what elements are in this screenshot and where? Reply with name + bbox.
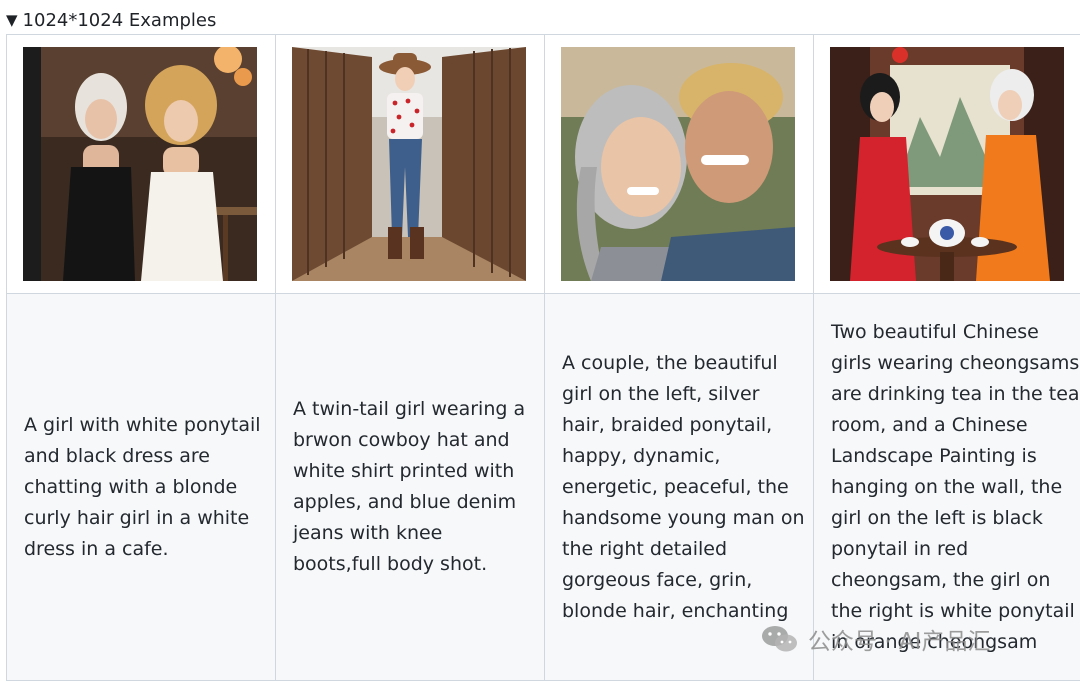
watermark-text: 公众号 · AI产品汇 <box>808 629 991 655</box>
details-summary-label: 1024*1024 Examples <box>22 9 217 31</box>
girls-cafe-image <box>23 47 257 281</box>
details-summary[interactable]: ▼ 1024*1024 Examples <box>6 8 216 32</box>
watermark: 公众号 · AI产品汇 <box>760 622 990 656</box>
page: ▼ 1024*1024 Examples A girl with white p… <box>0 0 1080 683</box>
image-cell-1 <box>6 34 276 294</box>
disclosure-triangle-icon[interactable]: ▼ <box>6 11 18 29</box>
image-row <box>6 34 1080 294</box>
couple-image <box>561 47 795 281</box>
example-caption: A couple, the beautiful girl on the left… <box>562 351 805 622</box>
cheongsam-girls-image <box>830 47 1064 281</box>
caption-cell-2: A twin-tail girl wearing a brwon cowboy … <box>275 293 545 681</box>
example-caption: Two beautiful Chinese girls wearing cheo… <box>831 320 1080 653</box>
example-caption: A twin-tail girl wearing a brwon cowboy … <box>293 398 526 575</box>
examples-table: A girl with white ponytail and black dre… <box>6 34 1080 681</box>
image-cell-2 <box>275 34 545 294</box>
image-cell-3 <box>544 34 814 294</box>
image-cell-4 <box>813 34 1080 294</box>
example-caption: A girl with white ponytail and black dre… <box>24 413 261 560</box>
cowboy-girl-image <box>292 47 526 281</box>
caption-cell-1: A girl with white ponytail and black dre… <box>6 293 276 681</box>
wechat-icon <box>762 626 797 652</box>
